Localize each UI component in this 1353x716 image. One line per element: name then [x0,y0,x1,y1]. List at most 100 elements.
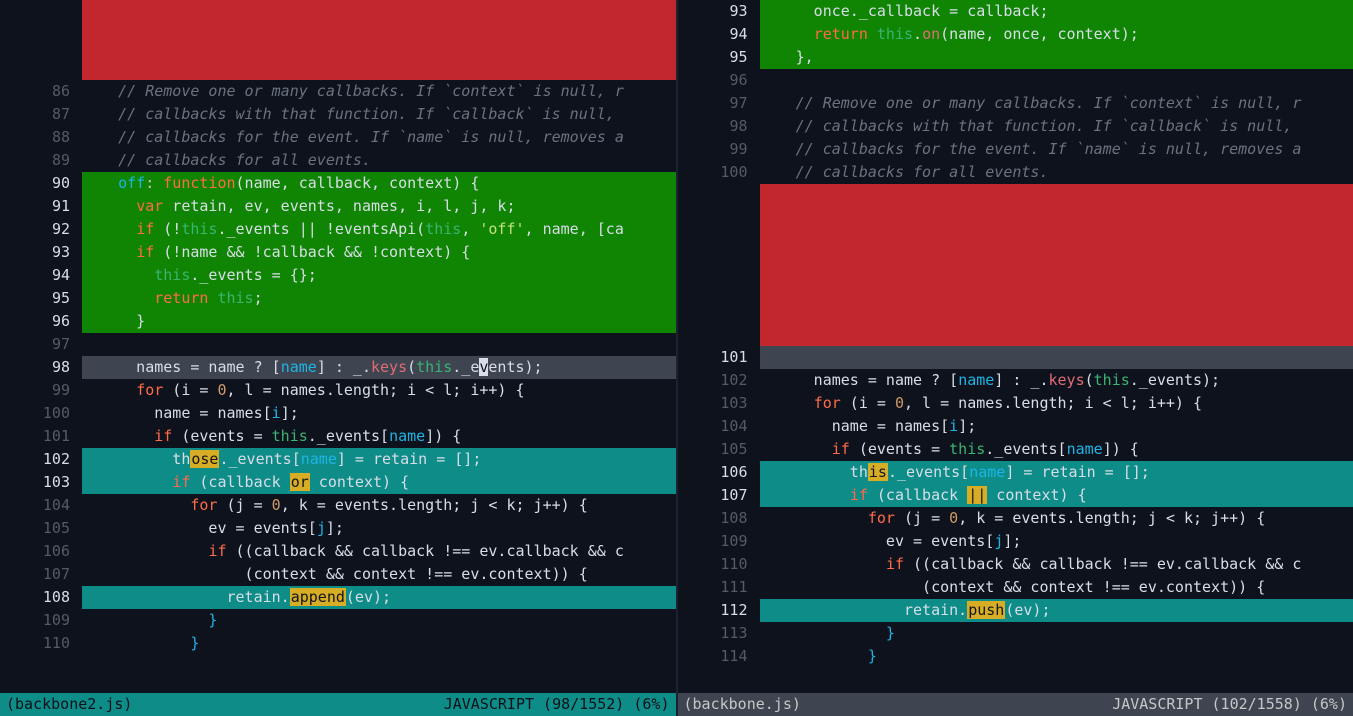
code-row[interactable]: 90 off: function(name, callback, context… [0,172,676,195]
code-row[interactable]: 107 if (callback || context) { [678,484,1353,507]
code-row[interactable]: 103 if (callback or context) { [0,471,676,494]
code-row[interactable]: 88 // callbacks for the event. If `name`… [0,126,676,149]
line-number: 95 [0,287,82,310]
line-content: // callbacks with that function. If `cal… [760,115,1353,138]
line-content: if ((callback && callback !== ev.callbac… [760,553,1353,576]
right-status-right: JAVASCRIPT (102/1558) (6%) [1112,693,1347,716]
code-row[interactable]: 94 this._events = {}; [0,264,676,287]
code-row[interactable]: 97 [0,333,676,356]
code-row[interactable]: 105 ev = events[j]; [0,517,676,540]
line-content: retain.push(ev); [760,599,1353,622]
code-row[interactable]: 99 // callbacks for the event. If `name`… [678,138,1353,161]
code-row[interactable]: 104 for (j = 0, k = events.length; j < k… [0,494,676,517]
line-number: 89 [0,149,82,172]
line-content: return this; [82,287,676,310]
code-row[interactable]: 113 } [678,622,1353,645]
line-content: }, [760,46,1353,69]
code-row[interactable]: 109 ev = events[j]; [678,530,1353,553]
code-row[interactable]: 100 name = names[i]; [0,402,676,425]
line-number: 103 [0,471,82,494]
line-content: those._events[name] = retain = []; [82,448,676,471]
code-row[interactable]: 93 once._callback = callback; [678,0,1353,23]
code-row[interactable]: 102 those._events[name] = retain = []; [0,448,676,471]
line-content: // Remove one or many callbacks. If `con… [82,80,676,103]
code-row[interactable]: 101 if (events = this._events[name]) { [0,425,676,448]
line-content: // callbacks for the event. If `name` is… [82,126,676,149]
line-number: 113 [678,622,760,645]
line-content: if (events = this._events[name]) { [82,425,676,448]
code-row[interactable] [678,184,1353,346]
code-row[interactable]: 96 } [0,310,676,333]
code-row[interactable]: 100 // callbacks for all events. [678,161,1353,184]
code-row[interactable]: 103 for (i = 0, l = names.length; i < l;… [678,392,1353,415]
line-content: if (events = this._events[name]) { [760,438,1353,461]
line-number: 104 [678,415,760,438]
code-row[interactable]: 108 retain.append(ev); [0,586,676,609]
line-content: for (j = 0, k = events.length; j < k; j+… [82,494,676,517]
line-number: 108 [0,586,82,609]
line-number: 88 [0,126,82,149]
code-row[interactable]: 92 if (!this._events || !eventsApi(this,… [0,218,676,241]
line-content: once._callback = callback; [760,0,1353,23]
code-row[interactable]: 98 names = name ? [name] : _.keys(this._… [0,356,676,379]
line-content: retain.append(ev); [82,586,676,609]
code-row[interactable]: 109 } [0,609,676,632]
line-content: // callbacks with that function. If `cal… [82,103,676,126]
code-row[interactable]: 91 var retain, ev, events, names, i, l, … [0,195,676,218]
line-number: 98 [678,115,760,138]
line-content: // callbacks for the event. If `name` is… [760,138,1353,161]
code-row[interactable]: 89 // callbacks for all events. [0,149,676,172]
code-row[interactable]: 95 }, [678,46,1353,69]
right-code-area[interactable]: 93 once._callback = callback;94 return t… [678,0,1353,693]
line-number: 111 [678,576,760,599]
code-row[interactable]: 106 if ((callback && callback !== ev.cal… [0,540,676,563]
line-content: // Remove one or many callbacks. If `con… [760,92,1353,115]
code-row[interactable] [0,0,676,80]
left-filename: (backbone2.js) [6,693,132,716]
code-row[interactable]: 97 // Remove one or many callbacks. If `… [678,92,1353,115]
code-row[interactable]: 111 (context && context !== ev.context))… [678,576,1353,599]
line-content: } [82,310,676,333]
code-row[interactable]: 114 } [678,645,1353,668]
line-number: 94 [678,23,760,46]
line-number: 98 [0,356,82,379]
code-row[interactable]: 95 return this; [0,287,676,310]
line-content: (context && context !== ev.context)) { [82,563,676,586]
code-row[interactable]: 110 } [0,632,676,655]
code-row[interactable]: 99 for (i = 0, l = names.length; i < l; … [0,379,676,402]
left-pane[interactable]: 86 // Remove one or many callbacks. If `… [0,0,676,716]
code-row[interactable]: 105 if (events = this._events[name]) { [678,438,1353,461]
line-content [82,333,676,356]
line-number: 109 [678,530,760,553]
code-row[interactable]: 108 for (j = 0, k = events.length; j < k… [678,507,1353,530]
line-content: off: function(name, callback, context) { [82,172,676,195]
code-row[interactable]: 106 this._events[name] = retain = []; [678,461,1353,484]
code-row[interactable]: 104 name = names[i]; [678,415,1353,438]
line-content: if (!name && !callback && !context) { [82,241,676,264]
line-number: 96 [678,69,760,92]
line-number: 112 [678,599,760,622]
code-row[interactable]: 86 // Remove one or many callbacks. If `… [0,80,676,103]
line-content: // callbacks for all events. [760,161,1353,184]
left-code-area[interactable]: 86 // Remove one or many callbacks. If `… [0,0,676,693]
code-row[interactable]: 98 // callbacks with that function. If `… [678,115,1353,138]
line-number: 99 [0,379,82,402]
line-content: names = name ? [name] : _.keys(this._eve… [82,356,676,379]
code-row[interactable]: 96 [678,69,1353,92]
code-row[interactable]: 87 // callbacks with that function. If `… [0,103,676,126]
line-content: } [760,645,1353,668]
code-row[interactable]: 107 (context && context !== ev.context))… [0,563,676,586]
right-pane[interactable]: 93 once._callback = callback;94 return t… [676,0,1353,716]
code-row[interactable]: 101 [678,346,1353,369]
code-row[interactable]: 102 names = name ? [name] : _.keys(this.… [678,369,1353,392]
line-number: 107 [678,484,760,507]
line-content: this._events = {}; [82,264,676,287]
code-row[interactable]: 110 if ((callback && callback !== ev.cal… [678,553,1353,576]
line-content: if (!this._events || !eventsApi(this, 'o… [82,218,676,241]
code-row[interactable]: 93 if (!name && !callback && !context) { [0,241,676,264]
line-number: 110 [0,632,82,655]
line-number: 101 [0,425,82,448]
line-number: 96 [0,310,82,333]
code-row[interactable]: 94 return this.on(name, once, context); [678,23,1353,46]
code-row[interactable]: 112 retain.push(ev); [678,599,1353,622]
